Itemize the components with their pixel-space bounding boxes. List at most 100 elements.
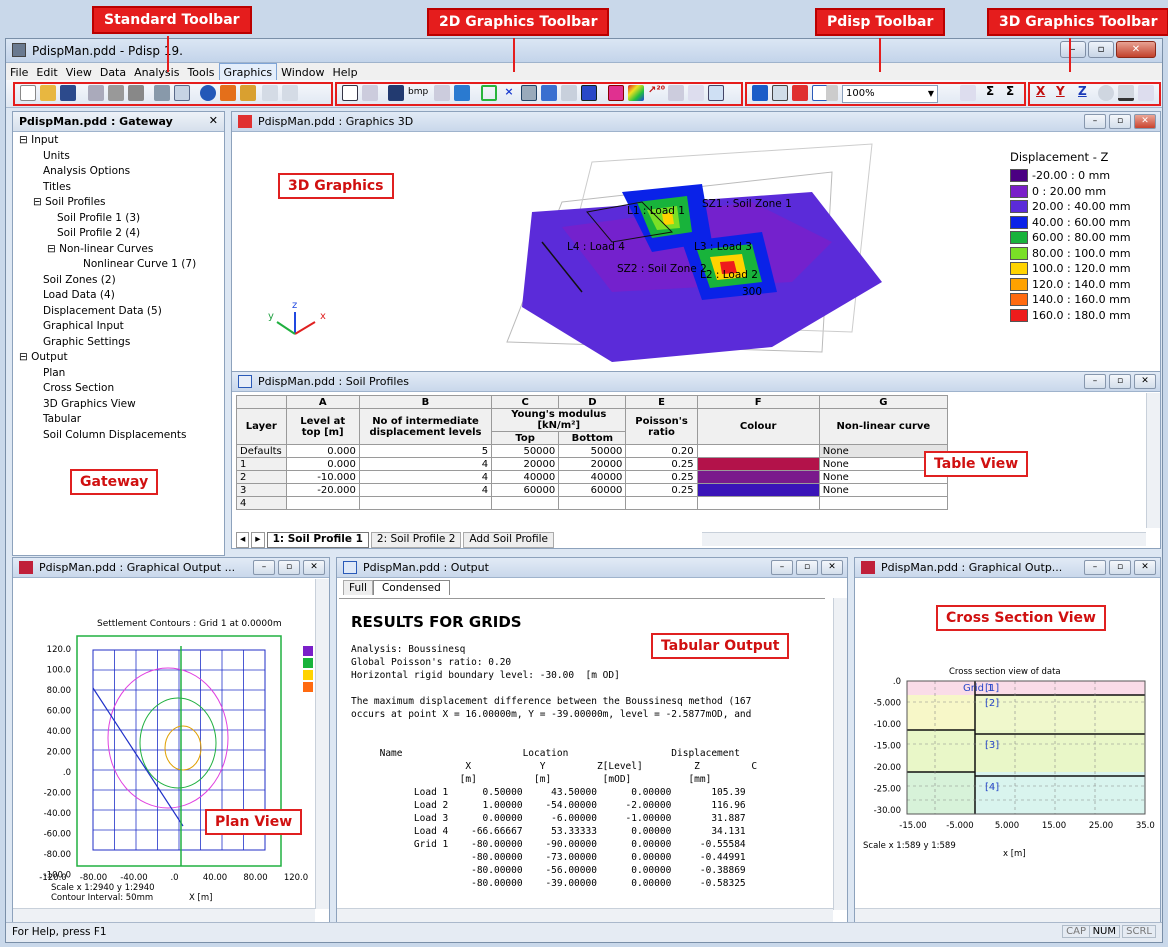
table-cell[interactable]: 5 (358, 444, 493, 458)
col-header-c[interactable]: C (491, 395, 560, 409)
tree-item-soil-profile-2[interactable]: Soil Profile 2 (4) (17, 227, 196, 243)
print-preview-icon[interactable] (174, 85, 190, 101)
table-cell[interactable]: 50000 (558, 444, 627, 458)
table-cell[interactable]: 50000 (491, 444, 560, 458)
col-header-g[interactable]: G (818, 395, 949, 409)
tree-item-soil-zones[interactable]: Soil Zones (2) (17, 274, 196, 290)
out-minimize-button[interactable]: – (771, 560, 793, 575)
save-icon[interactable] (60, 85, 76, 101)
open-icon[interactable] (40, 85, 56, 101)
menu-window[interactable]: Window (277, 64, 328, 81)
table-cell[interactable]: 4 (236, 496, 287, 510)
tree-item-soil-column-displacements[interactable]: Soil Column Displacements (17, 429, 196, 445)
table-cell[interactable]: 0.000 (285, 457, 360, 471)
table-cell[interactable] (818, 496, 949, 510)
table-cell[interactable] (696, 470, 820, 484)
gateway-close-icon[interactable]: ✕ (209, 114, 218, 127)
col-header-b[interactable]: B (358, 395, 493, 409)
cs-maximize-button[interactable]: ▫ (1109, 560, 1131, 575)
shading-icon[interactable] (628, 85, 644, 101)
save-graphic-icon[interactable] (388, 85, 404, 101)
menu-view[interactable]: View (62, 64, 96, 81)
arrows-icon[interactable] (668, 85, 684, 101)
table-cell[interactable]: 0.000 (285, 444, 360, 458)
tree-item-units[interactable]: Units (17, 150, 196, 166)
table-cell[interactable]: -10.000 (285, 470, 360, 484)
cs-minimize-button[interactable]: – (1084, 560, 1106, 575)
pan-icon[interactable] (362, 85, 378, 101)
z-axis-icon[interactable]: Z (1078, 84, 1087, 98)
menu-tools[interactable]: Tools (183, 64, 218, 81)
rectangle-icon[interactable] (481, 85, 497, 101)
tree-item-soil-profile-1[interactable]: Soil Profile 1 (3) (17, 212, 196, 228)
copy-graphic-icon[interactable] (434, 85, 450, 101)
tree-item-nonlinear-curve-1[interactable]: Nonlinear Curve 1 (7) (17, 258, 196, 274)
cross-icon[interactable]: × (501, 85, 517, 101)
tab-scroll-left[interactable]: ◂ (236, 532, 250, 548)
table-cell[interactable]: 1 (236, 457, 287, 471)
table-cell[interactable]: 0.25 (625, 483, 698, 497)
table-cell[interactable] (358, 496, 493, 510)
colour-scale-icon[interactable] (454, 85, 470, 101)
sigma-icon[interactable]: Σ (986, 84, 994, 98)
x-axis-icon[interactable]: X (1036, 84, 1045, 98)
table-cell[interactable]: 4 (358, 470, 493, 484)
tree-item-displacement-data[interactable]: Displacement Data (5) (17, 305, 196, 321)
tree-icon[interactable] (752, 85, 768, 101)
sp-maximize-button[interactable]: ▫ (1109, 374, 1131, 389)
rotate-icon[interactable] (1098, 85, 1114, 101)
menu-help[interactable]: Help (329, 64, 362, 81)
table-cell[interactable]: -20.000 (285, 483, 360, 497)
table-cell[interactable]: 4 (358, 457, 493, 471)
move-icon[interactable] (1138, 85, 1154, 101)
tree-item-soil-profiles[interactable]: ⊟ Soil Profiles (17, 196, 196, 212)
redo-icon[interactable] (282, 85, 298, 101)
tree-item-input[interactable]: ⊟ Input (17, 134, 196, 150)
tab-scroll-right[interactable]: ▸ (251, 532, 265, 548)
tree-item-titles[interactable]: Titles (17, 181, 196, 197)
g3d-maximize-button[interactable]: ▫ (1109, 114, 1131, 129)
table-cell[interactable] (696, 444, 820, 458)
fit-icon[interactable] (541, 85, 557, 101)
chart-icon[interactable] (708, 85, 724, 101)
table-cell[interactable]: None (818, 483, 949, 497)
paste-icon[interactable] (128, 85, 144, 101)
warning-icon[interactable] (581, 85, 597, 101)
tree-item-load-data[interactable]: Load Data (4) (17, 289, 196, 305)
table-cell[interactable]: 40000 (491, 470, 560, 484)
label-icon[interactable]: ↗²⁰ (648, 85, 665, 101)
cut-icon[interactable] (88, 85, 104, 101)
undo-icon[interactable] (262, 85, 278, 101)
table-cell[interactable]: 60000 (558, 483, 627, 497)
col-header-a[interactable]: A (285, 395, 360, 409)
print-icon[interactable] (154, 85, 170, 101)
table-cell[interactable]: Defaults (236, 444, 287, 458)
sp-minimize-button[interactable]: – (1084, 374, 1106, 389)
tree-item-cross-section[interactable]: Cross Section (17, 382, 196, 398)
minimize-button[interactable]: – (1060, 41, 1086, 58)
graph-icon[interactable] (772, 85, 788, 101)
tree-item-tabular[interactable]: Tabular (17, 413, 196, 429)
table-cell[interactable] (491, 496, 560, 510)
bmp-icon[interactable]: bmp (408, 87, 428, 97)
output-horizontal-scrollbar[interactable] (337, 908, 833, 922)
zoom-select[interactable]: 100% ▼ (842, 85, 938, 103)
tab-full[interactable]: Full (343, 580, 373, 595)
cs-close-button[interactable]: ✕ (1134, 560, 1156, 575)
table-cell[interactable]: 0.25 (625, 457, 698, 471)
table-cell[interactable] (625, 496, 698, 510)
help-icon[interactable] (200, 85, 216, 101)
tab-soil-profile-1[interactable]: 1: Soil Profile 1 (266, 532, 369, 548)
table-cell[interactable]: 0.25 (625, 470, 698, 484)
plan-close-button[interactable]: ✕ (303, 560, 325, 575)
tree-item-plan[interactable]: Plan (17, 367, 196, 383)
flat-view-icon[interactable] (1118, 85, 1134, 101)
table-cell[interactable]: 60000 (491, 483, 560, 497)
plan-canvas[interactable]: Settlement Contours : Grid 1 at 0.0000m … (13, 578, 317, 904)
tree-item-output[interactable]: ⊟ Output (17, 351, 196, 367)
plan-vertical-scrollbar[interactable] (315, 579, 329, 909)
table-cell[interactable]: 0.20 (625, 444, 698, 458)
copy-icon[interactable] (108, 85, 124, 101)
table-vertical-scrollbar[interactable] (1146, 393, 1160, 528)
tab-condensed[interactable]: Condensed (372, 580, 450, 595)
